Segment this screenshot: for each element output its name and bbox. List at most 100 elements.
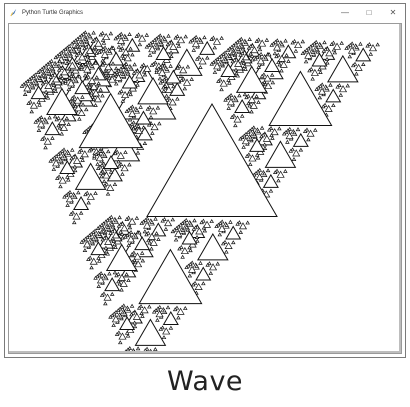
horizontal-scrollbar[interactable] [9,351,401,353]
fractal-triangle [212,69,218,74]
fractal-triangle [51,166,57,171]
fractal-triangle [105,149,111,154]
fractal-triangle [157,76,163,81]
fractal-triangle [361,62,366,67]
fractal-triangle [276,178,281,183]
fractal-triangle [331,103,336,108]
fractal-triangle [100,93,105,98]
fractal-triangle [165,305,171,310]
fractal-triangle [227,80,232,85]
fractal-triangle [66,122,71,127]
fractal-triangle [43,145,48,150]
fractal-triangle [103,301,108,306]
turtle-canvas[interactable] [8,23,402,354]
fractal-triangle [77,116,82,121]
fractal-triangle [270,135,275,140]
fractal-triangle [59,131,65,136]
fractal-triangle [58,184,63,189]
fractal-triangle [116,44,122,49]
fractal-triangle [89,265,94,270]
fractal-triangle [111,322,116,327]
fractal-triangle [173,237,179,242]
fractal-triangle [259,125,265,130]
fractal-triangle [245,220,250,225]
fractal-triangle [298,147,304,152]
fractal-triangle [176,43,182,48]
fractal-triangle [169,54,174,59]
fractal-triangle [65,177,71,182]
fractal-triangle [94,50,99,55]
fractal-triangle [313,127,318,132]
fractal-triangle [149,246,154,251]
fractal-triangle [117,215,122,220]
fractal-triangle [198,65,203,69]
fractal-triangle [99,174,104,179]
maximize-icon: □ [366,8,372,17]
fractal-triangle [113,245,118,249]
fractal-triangle [268,188,274,193]
fractal-triangle [101,40,107,45]
close-button[interactable]: ✕ [381,4,405,21]
fractal-triangle [233,123,238,128]
fractal-triangle [231,240,236,245]
fractal-triangle [127,162,132,167]
fractal-triangle [50,135,55,140]
vertical-scrollbar[interactable] [399,24,401,353]
fractal-triangle [86,200,91,205]
fractal-triangle [138,248,203,305]
fractal-triangle [219,35,224,40]
fractal-triangle [112,182,118,187]
fractal-triangle [239,113,245,118]
fractal-triangle [242,92,248,97]
fractal-triangle [317,95,323,100]
fractal-triangle [65,202,70,207]
fractal-triangle [29,109,35,114]
fractal-triangle [175,96,180,101]
fractal-triangle [279,68,284,73]
fractal-triangle [142,229,148,234]
fractal-triangle [332,50,338,55]
fractal-triangle [209,218,214,223]
fractal-triangle [168,63,173,68]
fractal-triangle [83,107,89,112]
minimize-button[interactable]: — [333,4,357,21]
fractal-triangle [107,271,112,276]
fractal-triangle [132,324,138,329]
title-bar[interactable]: Python Turtle Graphics — □ ✕ [5,4,405,21]
fractal-triangle [293,48,299,53]
fractal-triangle [238,229,244,234]
fractal-triangle [95,161,100,166]
fractal-triangle [183,34,188,39]
fractal-triangle [268,70,333,127]
fractal-triangle [93,102,98,107]
fractal-triangle [243,66,248,71]
feather-icon [10,8,17,17]
maximize-button[interactable]: □ [357,4,381,21]
fractal-triangle [306,137,311,142]
fractal-triangle [237,93,242,98]
fractal-triangle [93,191,98,195]
close-icon: ✕ [389,8,397,17]
fractal-triangle [182,86,188,91]
fractal-triangle [161,88,167,93]
turtle-window: Python Turtle Graphics — □ ✕ [4,3,406,358]
fractal-triangle [156,237,161,241]
fractal-triangle [153,216,158,221]
fractal-triangle [257,47,263,52]
fractal-triangle [36,128,42,132]
fractal-triangle [47,115,52,120]
fractal-triangle [80,157,85,162]
fractal-triangle [108,31,114,36]
fractal-triangle [201,281,206,286]
fractal-triangle [170,217,176,222]
fractal-triangle [135,150,141,155]
fractal-triangle [144,32,150,37]
fractal-triangle [265,168,271,173]
fractal-triangle [140,352,142,353]
fractal-triangle [188,248,193,253]
fractal-triangle [358,41,363,46]
fractal-triangle [37,102,42,107]
fractal-triangle [285,139,290,144]
fractal-triangle [217,232,223,237]
fractal-triangle [347,54,353,59]
